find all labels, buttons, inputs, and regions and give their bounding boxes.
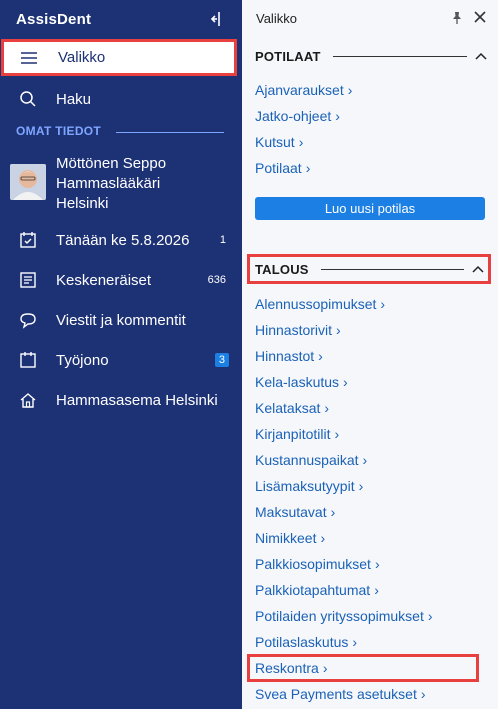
link-potilaiden-yrityssopimukset[interactable]: Potilaiden yrityssopimukset ›: [255, 608, 433, 624]
new-patient-button[interactable]: Luo uusi potilas: [255, 197, 485, 220]
link-nimikkeet[interactable]: Nimikkeet ›: [255, 530, 325, 546]
search-label: Haku: [56, 90, 92, 108]
link-kela-laskutus[interactable]: Kela-laskutus ›: [255, 374, 348, 390]
sidebar-item-worklist[interactable]: Työjono 3: [0, 350, 242, 370]
sidebar-item-today[interactable]: Tänään ke 5.8.2026 1: [0, 230, 242, 250]
group-header-talous[interactable]: TALOUS: [247, 254, 491, 284]
sidebar-item-label: Hammasasema Helsinki: [56, 391, 218, 409]
menu-button[interactable]: Valikko: [1, 39, 237, 76]
app-brand: AssisDent: [16, 11, 92, 28]
worklist-badge: 3: [214, 353, 229, 367]
close-icon[interactable]: [472, 9, 488, 25]
chevron-up-icon: [475, 52, 487, 60]
sidebar-item-messages[interactable]: Viestit ja kommentit: [0, 310, 242, 330]
link-svea-payments-asetukset[interactable]: Svea Payments asetukset ›: [255, 686, 426, 702]
user-location: Helsinki: [56, 195, 109, 212]
sidebar-item-count: 1: [219, 234, 226, 246]
link-kutsut[interactable]: Kutsut ›: [255, 134, 303, 150]
link-kelataksat[interactable]: Kelataksat ›: [255, 400, 329, 416]
document-list-icon: [20, 272, 36, 288]
link-palkkiosopimukset[interactable]: Palkkiosopimukset ›: [255, 556, 380, 572]
section-title: OMAT TIEDOT: [16, 124, 102, 138]
group-divider: [320, 268, 464, 270]
link-hinnastorivit[interactable]: Hinnastorivit ›: [255, 322, 341, 338]
link-kirjanpitotilit[interactable]: Kirjanpitotilit ›: [255, 426, 339, 442]
sidebar-item-clinic[interactable]: Hammasasema Helsinki: [0, 390, 242, 410]
user-profile[interactable]: Möttönen Seppo Hammaslääkäri Helsinki: [0, 152, 242, 216]
sidebar-item-label: Työjono: [56, 351, 109, 369]
link-kustannuspaikat[interactable]: Kustannuspaikat ›: [255, 452, 367, 468]
collapse-sidebar-icon[interactable]: [204, 8, 226, 30]
link-lisamaksutyypit[interactable]: Lisämaksutyypit ›: [255, 478, 363, 494]
sidebar: AssisDent Valikko Haku OMAT TIEDOT Möttö…: [0, 0, 242, 709]
sidebar-item-label: Keskeneräiset: [56, 271, 152, 289]
home-icon: [20, 393, 36, 408]
menu-panel: Valikko POTILAAT Ajanvaraukset › Jatko-oh…: [242, 0, 498, 709]
link-alennussopimukset[interactable]: Alennussopimukset ›: [255, 296, 385, 312]
link-ajanvaraukset[interactable]: Ajanvaraukset ›: [255, 82, 352, 98]
chevron-up-icon: [472, 265, 484, 273]
pin-icon[interactable]: [450, 11, 464, 25]
sidebar-item-label: Viestit ja kommentit: [56, 311, 186, 329]
sidebar-item-count: 636: [207, 274, 226, 286]
group-title: TALOUS: [255, 261, 309, 277]
search-icon: [20, 91, 36, 107]
avatar: [10, 164, 46, 200]
group-header-potilaat[interactable]: POTILAAT: [255, 45, 487, 67]
link-reskontra[interactable]: Reskontra ›: [247, 654, 479, 682]
sidebar-item-label: Tänään ke 5.8.2026: [56, 231, 190, 249]
group-divider: [332, 55, 467, 57]
link-potilaslaskutus[interactable]: Potilaslaskutus ›: [255, 634, 357, 650]
sidebar-item-unfinished[interactable]: Keskeneräiset 636: [0, 270, 242, 290]
user-name: Möttönen Seppo: [56, 155, 167, 172]
panel-title: Valikko: [256, 11, 297, 26]
link-jatko-ohjeet[interactable]: Jatko-ohjeet ›: [255, 108, 340, 124]
link-hinnastot[interactable]: Hinnastot ›: [255, 348, 323, 364]
link-palkkiotapahtumat[interactable]: Palkkiotapahtumat ›: [255, 582, 379, 598]
menu-label: Valikko: [58, 49, 106, 66]
link-potilaat[interactable]: Potilaat ›: [255, 160, 310, 176]
search-item[interactable]: Haku: [0, 89, 242, 109]
group-title: POTILAAT: [255, 48, 321, 64]
link-maksutavat[interactable]: Maksutavat ›: [255, 504, 335, 520]
section-divider: [116, 132, 224, 133]
calendar-check-icon: [20, 232, 36, 248]
clipboard-icon: [20, 352, 36, 368]
chat-bubble-icon: [20, 313, 36, 329]
hamburger-icon: [21, 51, 37, 64]
user-role: Hammaslääkäri: [56, 175, 161, 192]
